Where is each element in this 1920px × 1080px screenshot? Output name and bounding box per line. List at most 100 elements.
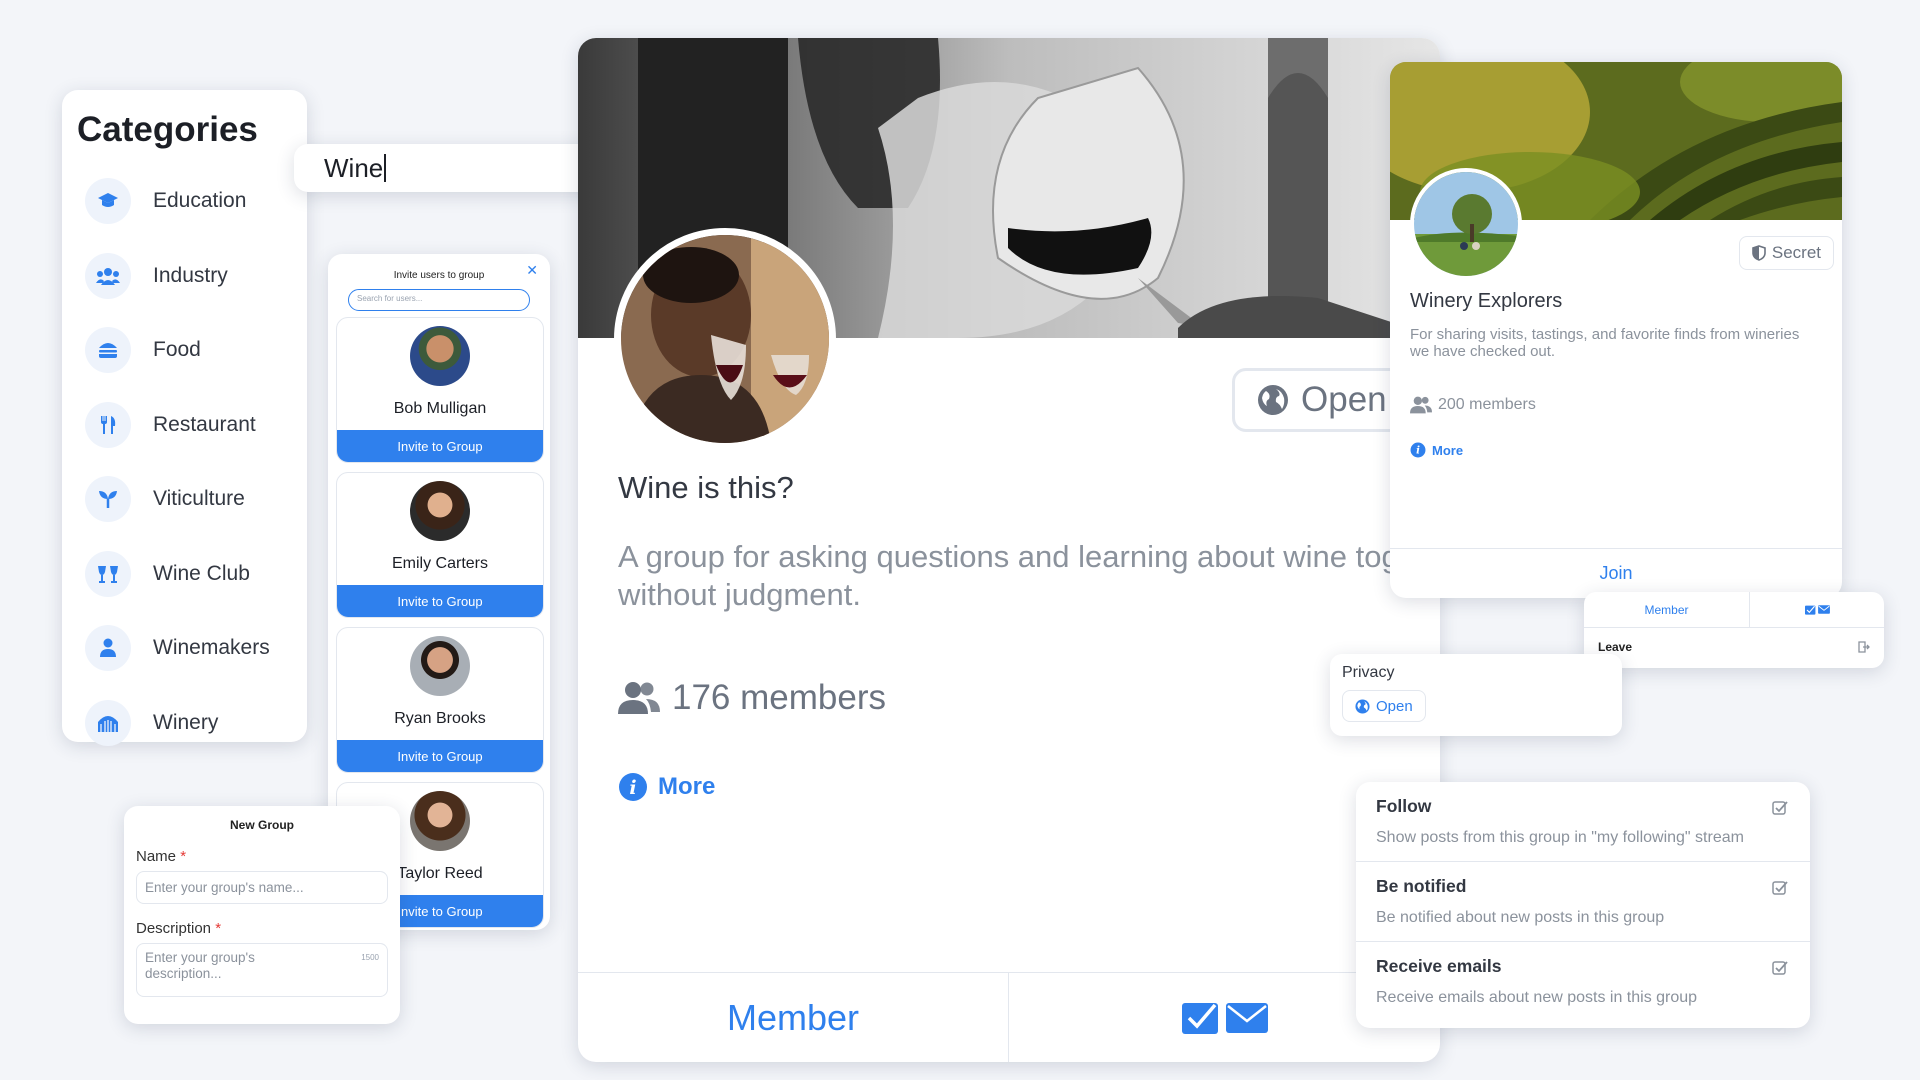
category-winemakers[interactable]: Winemakers — [77, 611, 292, 686]
invite-user-card: Bob Mulligan Invite to Group — [336, 317, 544, 463]
shield-icon — [1752, 245, 1766, 261]
exit-icon — [1858, 641, 1870, 653]
avatar — [410, 326, 470, 386]
checkbox-checked-icon[interactable] — [1772, 880, 1788, 895]
users-icon — [1410, 396, 1432, 414]
member-button[interactable]: Member — [578, 973, 1009, 1062]
privacy-open-label: Open — [1376, 697, 1413, 715]
group-description: A group for asking questions and learnin… — [618, 539, 1440, 612]
group-description: For sharing visits, tastings, and favori… — [1410, 326, 1800, 360]
more-info-link[interactable]: i More — [1410, 442, 1463, 458]
invite-search-input[interactable]: Search for users... — [348, 289, 530, 311]
member-button[interactable]: Member — [1584, 592, 1750, 627]
option-description: Be notified about new posts in this grou… — [1376, 909, 1665, 926]
invite-user-card: Ryan Brooks Invite to Group — [336, 627, 544, 773]
category-restaurant[interactable]: Restaurant — [77, 388, 292, 463]
category-industry[interactable]: Industry — [77, 239, 292, 314]
group-title: Winery Explorers — [1410, 290, 1563, 312]
members-count[interactable]: 176 members — [618, 678, 886, 718]
category-food[interactable]: Food — [77, 313, 292, 388]
checkbox-checked-icon[interactable] — [1772, 800, 1788, 815]
category-wine-club[interactable]: Wine Club — [77, 537, 292, 612]
group-avatar — [1410, 168, 1522, 280]
privacy-open-pill[interactable]: Open — [1342, 690, 1426, 722]
privacy-open-label: Open — [1301, 380, 1387, 419]
option-title: Receive emails — [1376, 956, 1502, 976]
invite-to-group-button[interactable]: Invite to Group — [337, 430, 543, 462]
avatar — [410, 636, 470, 696]
category-label: Education — [153, 189, 247, 213]
category-label: Restaurant — [153, 412, 256, 436]
invite-user-name: Ryan Brooks — [394, 710, 486, 727]
category-education[interactable]: Education — [77, 164, 292, 239]
privacy-secret-label: Secret — [1771, 243, 1821, 262]
group-name-input[interactable]: Enter your group's name... — [136, 871, 388, 904]
invite-user-name: Taylor Reed — [397, 865, 483, 882]
invite-user-name: Bob Mulligan — [393, 400, 487, 417]
description-label: Description * — [136, 920, 388, 937]
invite-panel-title: Invite users to group — [393, 270, 485, 281]
sprout-icon — [85, 476, 131, 523]
notification-settings-button[interactable] — [1750, 592, 1884, 627]
option-title: Be notified — [1376, 876, 1467, 896]
receive-emails-option[interactable]: Receive emails Receive emails about new … — [1356, 942, 1810, 1022]
users-icon — [85, 252, 131, 299]
new-group-form: New Group Name * Enter your group's name… — [124, 806, 400, 1024]
info-icon: i — [619, 773, 647, 801]
follow-option[interactable]: Follow Show posts from this group in "my… — [1356, 782, 1810, 862]
group-description-input[interactable]: Enter your group's description... 1500 — [136, 943, 388, 997]
option-title: Follow — [1376, 796, 1432, 816]
invite-to-group-button[interactable]: Invite to Group — [337, 740, 543, 772]
close-icon[interactable]: ✕ — [526, 262, 538, 279]
be-notified-option[interactable]: Be notified Be notified about new posts … — [1356, 862, 1810, 942]
more-info-link[interactable]: i More — [618, 772, 715, 802]
name-label: Name * — [136, 848, 388, 865]
checkbox-checked-icon[interactable] — [1772, 960, 1788, 975]
category-label: Winery — [153, 710, 219, 734]
privacy-label: Privacy — [1342, 664, 1395, 681]
privacy-secret-pill[interactable]: Secret — [1738, 236, 1834, 270]
category-label: Wine Club — [153, 561, 250, 585]
required-mark: * — [215, 920, 222, 937]
person-icon — [85, 625, 131, 672]
join-button[interactable]: Join — [1390, 548, 1842, 598]
members-count[interactable]: 200 members — [1410, 396, 1536, 414]
search-input[interactable]: Wine — [324, 153, 386, 184]
envelope-icon — [1225, 1002, 1268, 1033]
svg-text:i: i — [1416, 445, 1420, 457]
invite-to-group-button[interactable]: Invite to Group — [337, 585, 543, 617]
group-card-footer: Member — [578, 972, 1440, 1062]
graduation-cap-icon — [85, 178, 131, 225]
category-winery[interactable]: Winery — [77, 686, 292, 761]
checkbox-checked-icon — [1181, 1002, 1218, 1034]
utensils-icon — [85, 401, 131, 448]
category-label: Viticulture — [153, 487, 245, 511]
info-icon: i — [1410, 442, 1426, 458]
members-count-label: 176 members — [672, 678, 886, 717]
burger-icon — [85, 327, 131, 374]
avatar — [410, 481, 470, 541]
member-menu: Member Leave — [1584, 592, 1884, 668]
description-label-text: Description — [136, 920, 212, 937]
globe-icon — [1258, 385, 1288, 415]
categories-title: Categories — [77, 110, 258, 149]
avatar — [410, 791, 470, 851]
winery-explorers-card: Secret Winery Explorers For sharing visi… — [1390, 62, 1842, 598]
category-label: Winemakers — [153, 636, 270, 660]
members-count-label: 200 members — [1438, 396, 1536, 413]
category-label: Industry — [153, 263, 228, 287]
leave-menu-item[interactable]: Leave — [1584, 628, 1884, 666]
barrel-icon — [85, 699, 131, 746]
name-label-text: Name — [136, 848, 177, 865]
group-avatar — [614, 228, 836, 450]
option-description: Show posts from this group in "my follow… — [1376, 829, 1744, 846]
char-limit: 1500 — [361, 953, 379, 962]
leave-label: Leave — [1598, 640, 1633, 654]
checkbox-checked-icon — [1804, 605, 1815, 615]
member-menu-header: Member — [1584, 592, 1884, 628]
envelope-icon — [1817, 605, 1830, 614]
group-title: Wine is this? — [618, 470, 794, 505]
privacy-card: Privacy Open — [1330, 654, 1622, 736]
category-viticulture[interactable]: Viticulture — [77, 462, 292, 537]
wine-glasses-icon — [85, 550, 131, 597]
